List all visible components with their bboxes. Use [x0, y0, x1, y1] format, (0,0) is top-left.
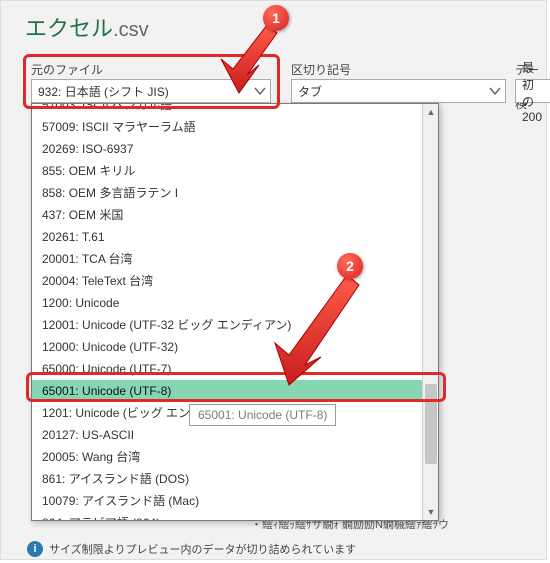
dropdown-item[interactable]: 1200: Unicode: [32, 292, 422, 314]
dropdown-item[interactable]: 65001: Unicode (UTF-8): [32, 380, 422, 402]
dropdown-item[interactable]: 57009: ISCII マラヤーラム語: [32, 116, 422, 138]
combo-delimiter[interactable]: タブ: [291, 79, 506, 103]
dropdown-item[interactable]: 20004: TeleText 台湾: [32, 270, 422, 292]
dropdown-item[interactable]: 20261: T.61: [32, 226, 422, 248]
chevron-down-icon: [489, 85, 501, 97]
dropdown-item[interactable]: 12000: Unicode (UTF-32): [32, 336, 422, 358]
scroll-up-icon[interactable]: ▲: [423, 104, 439, 120]
dropdown-item[interactable]: 864: アラビア語 (864): [32, 512, 422, 520]
scrollbar-thumb[interactable]: [425, 384, 437, 464]
file-ext: .csv: [113, 19, 149, 41]
file-name: エクセル: [25, 16, 113, 41]
label-file-origin: 元のファイル: [31, 61, 103, 78]
dropdown-item[interactable]: 57003: ISCII ベンガル語: [32, 103, 422, 116]
dropdown-item[interactable]: 10079: アイスランド語 (Mac): [32, 490, 422, 512]
dropdown-item[interactable]: 858: OEM 多言語ラテン I: [32, 182, 422, 204]
dropdown-item[interactable]: 437: OEM 米国: [32, 204, 422, 226]
dropdown-item[interactable]: 65000: Unicode (UTF-7): [32, 358, 422, 380]
step-badge-1: 1: [263, 5, 289, 31]
dropdown-item[interactable]: 20127: US-ASCII: [32, 424, 422, 446]
step-badge-2: 2: [337, 253, 363, 279]
scroll-down-icon[interactable]: ▼: [423, 504, 439, 520]
dropdown-file-origin[interactable]: 57003: ISCII ベンガル語57009: ISCII マラヤーラム語20…: [31, 103, 439, 521]
chevron-down-icon: [254, 85, 266, 100]
combo-delimiter-value: タブ: [298, 83, 322, 100]
label-delimiter: 区切り記号: [291, 61, 351, 78]
combo-datatype-value: 最初の 200: [522, 59, 544, 124]
dropdown-item[interactable]: 855: OEM キリル: [32, 160, 422, 182]
dropdown-item[interactable]: 20269: ISO-6937: [32, 138, 422, 160]
dropdown-item[interactable]: 20005: Wang 台湾: [32, 446, 422, 468]
dropdown-item[interactable]: 12001: Unicode (UTF-32 ビッグ エンディアン): [32, 314, 422, 336]
dropdown-item[interactable]: 20001: TCA 台湾: [32, 248, 422, 270]
scrollbar[interactable]: ▲ ▼: [422, 104, 438, 520]
combo-file-origin[interactable]: 932: 日本語 (シフト JIS): [31, 79, 271, 103]
tooltip: 65001: Unicode (UTF-8): [189, 404, 336, 426]
footer-text: サイズ制限よりプレビュー内のデータが切り詰められています: [49, 541, 356, 557]
combo-file-origin-value: 932: 日本語 (シフト JIS): [38, 83, 169, 100]
page-title: エクセル.csv: [25, 11, 149, 43]
footer-info: i サイズ制限よりプレビュー内のデータが切り詰められています: [27, 541, 356, 557]
info-icon: i: [27, 541, 43, 557]
combo-datatype[interactable]: 最初の 200: [515, 79, 550, 103]
dropdown-item[interactable]: 861: アイスランド語 (DOS): [32, 468, 422, 490]
